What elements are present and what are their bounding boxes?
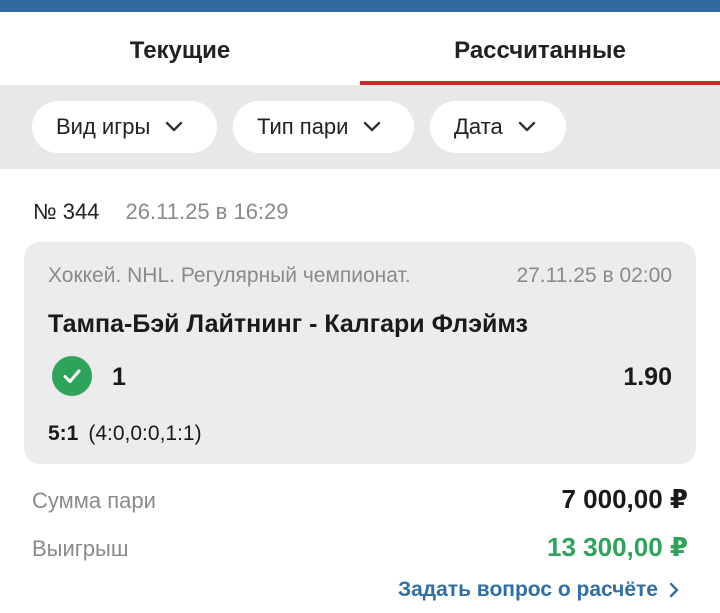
stake-label: Сумма пари <box>32 488 156 513</box>
filter-game-type[interactable]: Вид игры <box>32 101 217 153</box>
event-final-score: 5:1 <box>48 422 79 445</box>
tab-current-label: Текущие <box>129 36 231 64</box>
chevron-right-icon <box>669 582 679 598</box>
event-outcome: 1 <box>112 363 126 391</box>
filter-bet-type[interactable]: Тип пари <box>233 101 414 153</box>
stake-value: 7 000,00 ₽ <box>561 484 688 514</box>
filter-date-label: Дата <box>454 114 503 139</box>
event-league: Хоккей. NHL. Регулярный чемпионат. <box>48 264 411 287</box>
bet-number: № 344 <box>33 199 100 224</box>
event-score: 5:1 (4:0,0:0,1:1) <box>48 422 202 446</box>
event-odds: 1.90 <box>623 363 672 391</box>
bet-event-card[interactable]: Хоккей. NHL. Регулярный чемпионат. 27.11… <box>24 242 696 464</box>
ask-settlement-question-label: Задать вопрос о расчёте <box>397 578 658 601</box>
bet-header: № 344 26.11.25 в 16:29 <box>33 199 289 225</box>
win-label: Выигрыш <box>32 536 129 561</box>
stake-row: Сумма пари 7 000,00 ₽ <box>32 484 688 518</box>
tab-bar: Текущие Рассчитанные <box>0 12 720 85</box>
status-strip <box>0 0 720 12</box>
ask-settlement-question-link[interactable]: Задать вопрос о расчёте <box>398 578 680 602</box>
filter-bar: Вид игры Тип пари Дата <box>0 85 720 169</box>
filter-date[interactable]: Дата <box>430 101 566 153</box>
chevron-down-icon <box>364 121 381 132</box>
chevron-down-icon <box>518 121 535 132</box>
check-circle-icon <box>52 356 92 396</box>
tab-settled[interactable]: Рассчитанные <box>360 12 720 85</box>
event-match-title: Тампа-Бэй Лайтнинг - Калгари Флэймз <box>48 310 528 338</box>
tab-settled-label: Рассчитанные <box>454 36 626 64</box>
filter-bet-type-label: Тип пари <box>257 114 349 139</box>
bet-placed-date: 26.11.25 в 16:29 <box>125 199 289 224</box>
event-date: 27.11.25 в 02:00 <box>516 264 672 287</box>
event-period-scores: (4:0,0:0,1:1) <box>88 422 202 445</box>
chevron-down-icon <box>166 121 183 132</box>
tab-current[interactable]: Текущие <box>0 12 360 85</box>
win-value: 13 300,00 ₽ <box>547 532 688 562</box>
win-row: Выигрыш 13 300,00 ₽ <box>32 532 688 566</box>
filter-game-type-label: Вид игры <box>56 114 151 139</box>
